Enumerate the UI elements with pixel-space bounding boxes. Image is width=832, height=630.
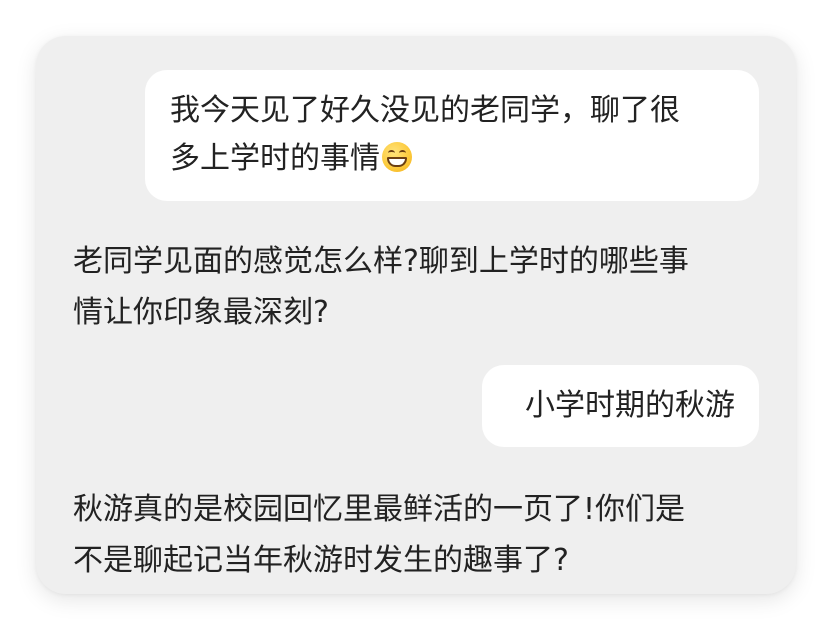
assistant-message: 秋游真的是校园回忆里最鲜活的一页了!你们是 不是聊起记当年秋游时发生的趣事了?	[73, 484, 753, 586]
user-message-bubble: 小学时期的秋游	[482, 365, 759, 447]
message-line: 我今天见了好久没见的老同学，聊了很	[170, 93, 680, 128]
grinning-face-icon	[382, 142, 412, 172]
assistant-message: 老同学见面的感觉怎么样?聊到上学时的哪些事 情让你印象最深刻?	[73, 236, 753, 338]
user-message-bubble: 我今天见了好久没见的老同学，聊了很 多上学时的事情	[145, 70, 759, 201]
message-text: 多上学时的事情	[170, 141, 380, 176]
message-line: 不是聊起记当年秋游时发生的趣事了?	[73, 543, 569, 578]
message-text: 小学时期的秋游	[525, 388, 735, 423]
message-line: 情让你印象最深刻?	[73, 295, 329, 330]
message-line: 秋游真的是校园回忆里最鲜活的一页了!你们是	[73, 492, 686, 527]
message-line: 老同学见面的感觉怎么样?聊到上学时的哪些事	[73, 244, 689, 279]
message-line: 多上学时的事情	[170, 135, 735, 183]
chat-card: 我今天见了好久没见的老同学，聊了很 多上学时的事情 老同学见面的感觉怎么样?聊到…	[36, 36, 796, 594]
